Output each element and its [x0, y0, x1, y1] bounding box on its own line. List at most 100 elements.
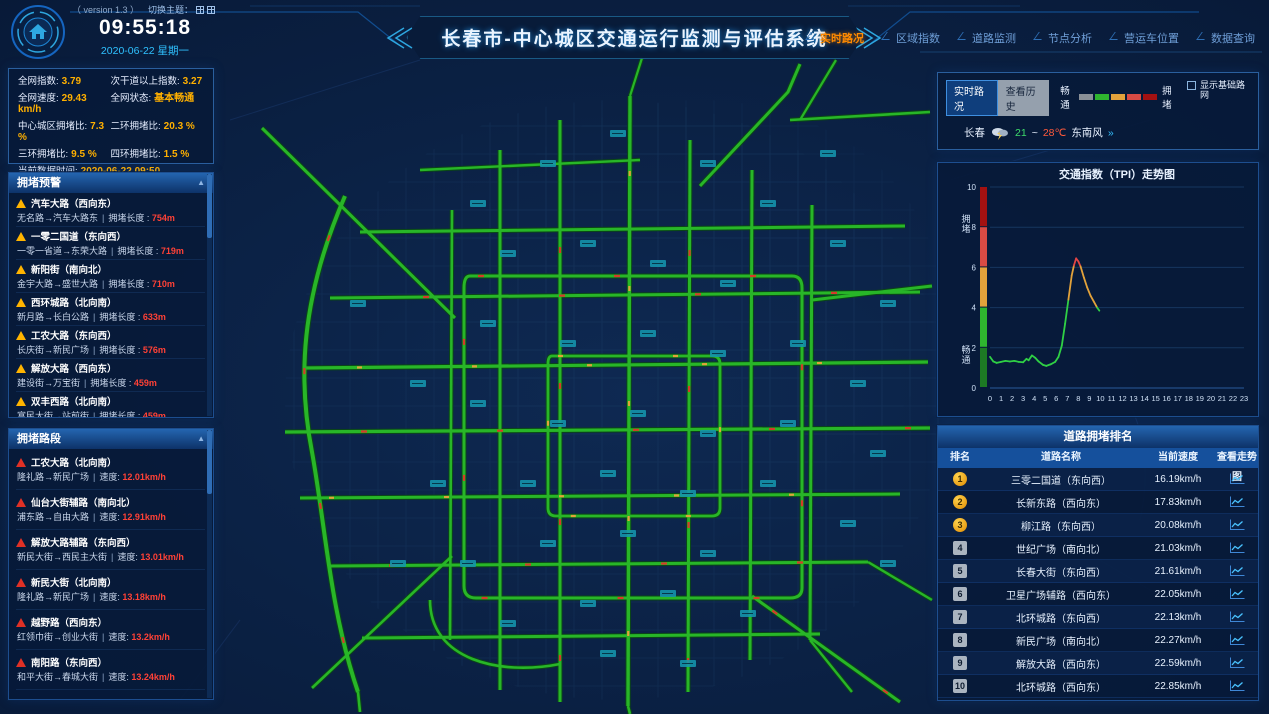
metric-label: 拥堵长度 :: [90, 378, 131, 388]
legend-swatch: [1079, 94, 1093, 100]
warning-triangle-icon: [16, 538, 26, 547]
metric-label: 速度:: [108, 632, 129, 642]
scrollbar[interactable]: [207, 430, 212, 698]
road-name: 一零二国道（东向西）: [31, 229, 126, 243]
trend-chart-link[interactable]: [1216, 496, 1258, 508]
svg-text:5: 5: [1043, 394, 1047, 403]
list-item[interactable]: 双丰西路（北向南） 富民大街→站前街|拥堵长度 : 459m: [16, 392, 205, 417]
road-segment: 一零一省道→东荣大路: [17, 246, 107, 256]
road-name: 工农大路（北向南）: [31, 455, 117, 469]
metric-label: 速度:: [108, 672, 129, 682]
collapse-icon[interactable]: ▲: [197, 173, 205, 193]
checkbox-icon[interactable]: [1187, 81, 1196, 90]
trend-chart-link[interactable]: [1216, 588, 1258, 600]
current-speed: 22.85km/h: [1140, 681, 1216, 692]
line-chart-icon: [1229, 496, 1245, 508]
metric-label: 拥堵长度 :: [99, 345, 140, 355]
trend-chart-link[interactable]: [1216, 634, 1258, 646]
svg-text:11: 11: [1108, 394, 1116, 403]
rank-badge: 5: [953, 564, 967, 578]
list-item[interactable]: 汽车大路（西向东） 无名路→汽车大路东|拥堵长度 : 754m: [16, 194, 205, 227]
list-item[interactable]: 南阳路（东向西） 和平大街→春城大街|速度: 13.24km/h: [16, 650, 205, 690]
table-row: 9 解放大路（西向东） 22.59km/h: [938, 652, 1258, 675]
theme-grid-icon[interactable]: [207, 6, 215, 14]
line-chart-icon: [1229, 588, 1245, 600]
current-speed: 17.83km/h: [1140, 497, 1216, 508]
svg-text:12: 12: [1118, 394, 1126, 403]
nav-item[interactable]: 实时路况: [808, 30, 864, 46]
trend-chart-link[interactable]: [1216, 565, 1258, 577]
tab[interactable]: 实时路况: [946, 80, 998, 116]
trend-chart-link[interactable]: [1216, 519, 1258, 531]
road-segment: 红领巾街→创业大街: [17, 632, 98, 642]
scrollbar[interactable]: [207, 174, 212, 416]
stat-cell: 全网指数:3.79: [18, 76, 105, 87]
show-base-network-checkbox[interactable]: 显示基础路网: [1187, 80, 1250, 100]
table-row: 1 三零二国道（东向西） 16.19km/h: [938, 468, 1258, 491]
weather-more-link[interactable]: »: [1108, 127, 1114, 139]
road-segment: 金宇大路→盛世大路: [17, 279, 98, 289]
theme-switcher[interactable]: 切换主题：: [148, 3, 215, 16]
scrollbar-thumb[interactable]: [207, 174, 212, 238]
warning-triangle-icon: [16, 331, 26, 340]
scrollbar-thumb[interactable]: [207, 430, 212, 494]
svg-text:4: 4: [972, 304, 977, 313]
line-chart-icon: [1229, 611, 1245, 623]
list-item[interactable]: 西环城路（北向南） 新月路→长白公路|拥堵长度 : 633m: [16, 293, 205, 326]
warning-triangle-icon: [16, 199, 26, 208]
road-name: 长春大街（东向西）: [982, 564, 1140, 579]
table-row: 8 新民广场（南向北） 22.27km/h: [938, 629, 1258, 652]
list-item[interactable]: 解放大路（西向东） 建设街→万宝街|拥堵长度 : 459m: [16, 359, 205, 392]
legend-swatch: [1127, 94, 1141, 100]
trend-chart-link[interactable]: [1216, 680, 1258, 692]
theme-grid-icon[interactable]: [196, 6, 204, 14]
line-chart-icon: [1229, 657, 1245, 669]
road-name: 仙台大街辅路（南向北）: [31, 495, 136, 509]
list-item[interactable]: 新民大街（北向南） 隆礼路→新民广场|速度: 13.18km/h: [16, 570, 205, 610]
svg-text:3: 3: [1021, 394, 1025, 403]
trend-chart-link[interactable]: [1216, 657, 1258, 669]
trend-chart-link[interactable]: [1216, 611, 1258, 623]
nav-item[interactable]: 营运车位置: [1112, 30, 1179, 46]
nav-item[interactable]: 道路监测: [960, 30, 1016, 46]
nav-item[interactable]: 数据查询: [1199, 30, 1255, 46]
rank-badge: 1: [953, 472, 967, 486]
list-item[interactable]: 工农大路（北向南） 隆礼路→新民广场|速度: 12.01km/h: [16, 450, 205, 490]
warning-triangle-icon: [16, 498, 26, 507]
road-name: 柳江路（东向西）: [982, 518, 1140, 533]
trend-chart-link[interactable]: [1216, 542, 1258, 554]
metric-value: 13.24km/h: [131, 672, 175, 682]
metric-value: 13.18km/h: [122, 592, 166, 602]
road-name: 长新东路（西向东）: [982, 495, 1140, 510]
line-chart-icon: [1229, 473, 1245, 485]
table-row: 7 北环城路（东向西） 22.13km/h: [938, 606, 1258, 629]
collapse-icon[interactable]: ▲: [197, 429, 205, 449]
trend-chart-link[interactable]: [1216, 473, 1258, 485]
list-item[interactable]: 一零二国道（东向西） 一零一省道→东荣大路|拥堵长度 : 719m: [16, 227, 205, 260]
metric-value: 13.01km/h: [140, 552, 184, 562]
list-item[interactable]: 越野路（西向东） 红领巾街→创业大街|速度: 13.2km/h: [16, 610, 205, 650]
list-item[interactable]: 解放大路辅路（东向西） 新民大街→西民主大街|速度: 13.01km/h: [16, 530, 205, 570]
panel-title: 拥堵预警: [17, 173, 61, 193]
nav-item[interactable]: 区域指数: [884, 30, 940, 46]
road-segment: 长庆街→新民广场: [17, 345, 89, 355]
road-name: 卫星广场辅路（西向东）: [982, 587, 1140, 602]
road-segment: 隆礼路→新民广场: [17, 472, 89, 482]
metric-value: 719m: [161, 246, 184, 256]
tab[interactable]: 查看历史: [998, 80, 1050, 116]
road-name: 新民大街（北向南）: [31, 575, 117, 589]
list-item[interactable]: 工农大路（东向西） 长庆街→新民广场|拥堵长度 : 576m: [16, 326, 205, 359]
metric-value: 633m: [143, 312, 166, 322]
rank-badge: 4: [953, 541, 967, 555]
road-segment: 无名路→汽车大路东: [17, 213, 98, 223]
list-item[interactable]: 仙台大街辅路（南向北） 浦东路→自由大路|速度: 12.91km/h: [16, 490, 205, 530]
home-logo[interactable]: [10, 4, 66, 60]
svg-text:8: 8: [972, 223, 977, 232]
svg-text:16: 16: [1163, 394, 1171, 403]
svg-text:18: 18: [1185, 394, 1193, 403]
nav-item[interactable]: 节点分析: [1036, 30, 1092, 46]
svg-text:0: 0: [988, 394, 992, 403]
road-name: 西环城路（北向南）: [31, 295, 117, 309]
metric-label: 拥堵长度 :: [108, 213, 149, 223]
list-item[interactable]: 新阳街（南向北） 金宇大路→盛世大路|拥堵长度 : 710m: [16, 260, 205, 293]
